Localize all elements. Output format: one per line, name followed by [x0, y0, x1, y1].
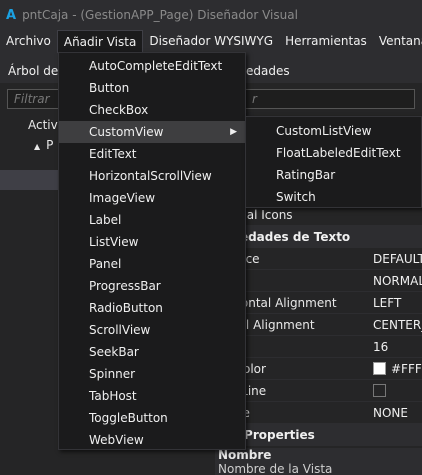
menu-item-horizontalscrollview[interactable]: HorizontalScrollView [59, 165, 245, 187]
color-swatch[interactable] [373, 362, 386, 375]
submenu-item-floatlabelededittext[interactable]: FloatLabeledEditText [246, 142, 421, 164]
menu-item-listview[interactable]: ListView [59, 231, 245, 253]
submenu-item-ratingbar[interactable]: RatingBar [246, 164, 421, 186]
menu-item-customview-label: CustomView [89, 125, 164, 139]
title-bar: A pntCaja - (GestionAPP_Page) Diseñador … [0, 0, 422, 30]
properties-filter-input[interactable]: r [223, 89, 415, 109]
menu-bar: Archivo Añadir Vista Diseñador WYSIWYG H… [0, 30, 422, 53]
menu-item-seekbar[interactable]: SeekBar [59, 341, 245, 363]
menu-ventanas[interactable]: Ventanas [373, 30, 422, 53]
window-title: pntCaja - (GestionAPP_Page) Diseñador Vi… [22, 8, 298, 22]
prop-value[interactable]: #FFF [373, 358, 422, 379]
menu-anadir-vista[interactable]: Añadir Vista [56, 30, 144, 53]
prop-row-horizontal-alignment[interactable]: orizontal Alignment LEFT [215, 292, 422, 314]
menu-item-button[interactable]: Button [59, 77, 245, 99]
submenu-item-switch[interactable]: Switch [246, 186, 421, 208]
tree-item-child-label: P [46, 138, 54, 152]
prop-row-vertical-alignment[interactable]: rtical Alignment CENTER_ [215, 314, 422, 336]
description-text: Nombre de la Vista [218, 462, 333, 475]
prop-category-label[interactable]: bel Properties [215, 424, 422, 446]
menu-item-edittext[interactable]: EditText [59, 143, 245, 165]
prop-value[interactable]: 16 [373, 336, 422, 357]
prop-value[interactable]: NORMAL [373, 270, 422, 291]
menu-item-webview[interactable]: WebView [59, 429, 245, 451]
menu-item-label[interactable]: Label [59, 209, 245, 231]
single-line-checkbox[interactable] [373, 384, 386, 397]
menu-item-scrollview[interactable]: ScrollView [59, 319, 245, 341]
menu-item-radiobutton[interactable]: RadioButton [59, 297, 245, 319]
prop-row-single-line[interactable]: gle Line [215, 380, 422, 402]
prop-value[interactable] [373, 380, 422, 401]
add-view-menu: AutoCompleteEditText Button CheckBox Cus… [58, 52, 246, 450]
menu-archivo[interactable]: Archivo [0, 30, 57, 53]
menu-item-checkbox[interactable]: CheckBox [59, 99, 245, 121]
menu-item-progressbar[interactable]: ProgressBar [59, 275, 245, 297]
color-value: #FFF [391, 361, 422, 376]
menu-item-panel[interactable]: Panel [59, 253, 245, 275]
prop-value[interactable]: DEFAULT [373, 248, 422, 269]
submenu-arrow-icon: ▶ [230, 127, 237, 137]
menu-item-imageview[interactable]: ImageView [59, 187, 245, 209]
app-icon: A [6, 7, 17, 23]
prop-row-style[interactable]: le NORMAL [215, 270, 422, 292]
prop-value[interactable]: NONE [373, 402, 422, 423]
properties-header: edades [216, 59, 422, 83]
prop-category-text[interactable]: opiedades de Texto [215, 226, 422, 248]
description-title: Nombre [218, 448, 272, 462]
prop-value[interactable]: LEFT [373, 292, 422, 313]
prop-row-text-color[interactable]: xt Color #FFF [215, 358, 422, 380]
property-description: Nombre Nombre de la Vista [215, 448, 422, 475]
submenu-item-customlistview[interactable]: CustomListView [246, 120, 421, 142]
menu-herramientas[interactable]: Herramientas [279, 30, 373, 53]
custom-view-submenu: CustomListView FloatLabeledEditText Rati… [245, 116, 422, 208]
prop-row-size[interactable]: e 16 [215, 336, 422, 358]
menu-item-spinner[interactable]: Spinner [59, 363, 245, 385]
menu-item-togglebutton[interactable]: ToggleButton [59, 407, 245, 429]
prop-row-typeface[interactable]: peface DEFAULT [215, 248, 422, 270]
menu-item-autocompleteedittext[interactable]: AutoCompleteEditText [59, 55, 245, 77]
menu-disenador-wysiwyg[interactable]: Diseñador WYSIWYG [143, 30, 279, 53]
prop-row-padding-size[interactable]: psize NONE [215, 402, 422, 424]
menu-item-tabhost[interactable]: TabHost [59, 385, 245, 407]
prop-value[interactable]: CENTER_ [373, 314, 422, 335]
tree-expand-icon[interactable]: ▲ [34, 142, 40, 151]
menu-item-customview[interactable]: CustomView ▶ [59, 121, 245, 143]
